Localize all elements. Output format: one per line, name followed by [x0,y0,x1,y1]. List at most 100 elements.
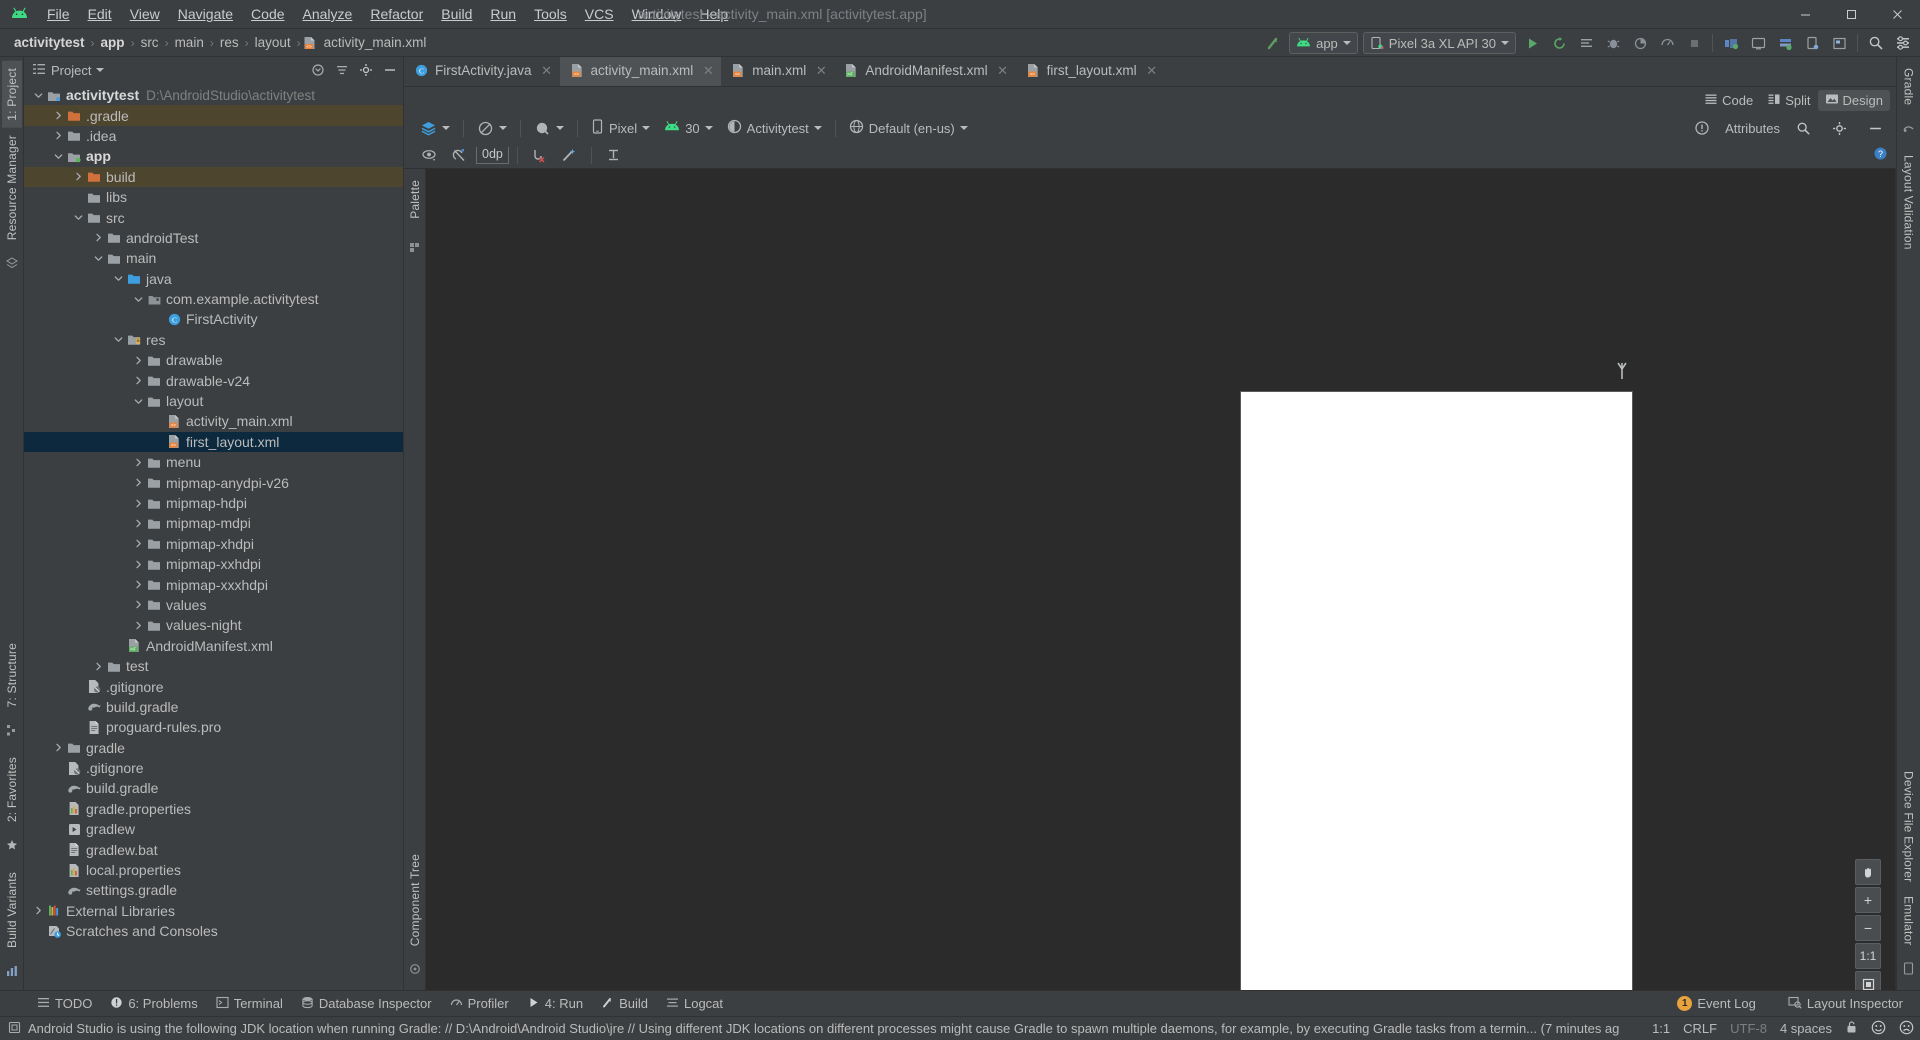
menu-item-file[interactable]: File [38,3,79,25]
make-project-icon[interactable] [1260,31,1286,55]
file-encoding[interactable]: UTF-8 [1730,1021,1767,1036]
tree-node-mipmap-xxhdpi[interactable]: mipmap-xxhdpi [24,554,403,574]
chevron-right-icon[interactable] [132,621,145,630]
view-options-button[interactable] [416,146,443,166]
chevron-down-icon[interactable] [132,397,145,406]
bottom-tool-profiler[interactable]: Profiler [441,994,518,1014]
tree-node--idea[interactable]: .idea [24,126,403,146]
tree-node-build-gradle[interactable]: build.gradle [24,778,403,798]
gear-icon[interactable] [1826,116,1852,140]
close-tab-icon[interactable]: ✕ [997,63,1009,79]
minimize-icon[interactable] [1862,116,1888,140]
chevron-down-icon[interactable] [112,274,125,283]
chevron-down-icon[interactable] [112,335,125,344]
chevron-right-icon[interactable] [52,131,65,140]
line-separator[interactable]: CRLF [1683,1021,1717,1036]
close-tab-icon[interactable]: ✕ [1146,63,1158,79]
view-mode-code[interactable]: Code [1697,90,1760,111]
sdk-manager-icon[interactable] [1772,31,1798,55]
tree-node--gitignore[interactable]: .gitignore [24,676,403,696]
chevron-down-icon[interactable] [132,295,145,304]
tree-node-proguard-rules-pro[interactable]: proguard-rules.pro [24,717,403,737]
editor-tab-first-layout-xml[interactable]: <> first_layout.xml ✕ [1016,57,1165,86]
tree-node-drawable-v24[interactable]: drawable-v24 [24,370,403,390]
hide-panel-icon[interactable] [381,61,399,79]
tree-node--gitignore[interactable]: .gitignore [24,758,403,778]
component-tree-tab[interactable]: Component Tree [405,842,425,953]
chevron-right-icon[interactable] [132,499,145,508]
menu-item-vcs[interactable]: VCS [576,3,623,25]
chevron-right-icon[interactable] [132,478,145,487]
star-icon[interactable] [6,838,18,856]
tree-node-drawable[interactable]: drawable [24,350,403,370]
bottom-tool-logcat[interactable]: Logcat [657,994,732,1014]
zoom-to-fit-button[interactable] [1855,971,1881,990]
happy-face-icon[interactable] [1871,1020,1886,1038]
chevron-right-icon[interactable] [132,458,145,467]
bottom-tool-problems[interactable]: 6: Problems [101,994,206,1014]
chevron-down-icon[interactable] [72,213,85,222]
chevron-right-icon[interactable] [52,111,65,120]
tree-node-gradlew-bat[interactable]: gradlew.bat [24,839,403,859]
design-canvas[interactable]: + − 1:1 [426,169,1896,990]
ui-mode-button[interactable] [528,117,570,139]
tree-node-app[interactable]: app [24,146,403,166]
sort-icon[interactable] [333,61,351,79]
menu-item-build[interactable]: Build [432,3,481,25]
apply-changes-icon[interactable] [1546,31,1572,55]
bottom-tool-database-inspector[interactable]: Database Inspector [292,994,441,1014]
chevron-right-icon[interactable] [132,539,145,548]
design-surface-mode-button[interactable] [414,117,456,139]
breadcrumb-item-src[interactable]: src [137,34,163,51]
chevron-down-icon[interactable] [92,254,105,263]
structure-strip-icon[interactable] [6,723,18,741]
tree-node--gradle[interactable]: .gradle [24,105,403,126]
default-margin-value[interactable]: 0dp [476,147,509,164]
unlocked-icon[interactable] [1845,1020,1858,1037]
breadcrumb-item-main[interactable]: main [171,34,208,51]
chevron-down-icon[interactable] [52,152,65,161]
chevron-right-icon[interactable] [132,376,145,385]
infer-constraints-button[interactable] [556,146,583,166]
menu-item-view[interactable]: View [121,3,169,25]
chevron-right-icon[interactable] [52,743,65,752]
bottom-tool-build[interactable]: Build [592,994,657,1014]
breadcrumb-item-app[interactable]: app [97,34,129,51]
menu-item-tools[interactable]: Tools [525,3,576,25]
api-level-button[interactable]: 30 [658,117,718,139]
close-tab-icon[interactable]: ✕ [541,63,553,79]
bottom-tool-terminal[interactable]: Terminal [207,994,292,1014]
run-with-coverage-icon[interactable] [1627,31,1653,55]
project-panel-title-group[interactable]: Project [32,62,105,79]
gear-icon[interactable] [1890,31,1916,55]
tree-node-test[interactable]: test [24,656,403,676]
view-mode-split[interactable]: Split [1760,90,1817,111]
tree-node-gradle[interactable]: gradle [24,738,403,758]
palette-strip-icon[interactable] [409,240,420,258]
sidebar-tab-build-variants[interactable]: Build Variants [2,865,22,955]
close-tab-icon[interactable]: ✕ [815,63,827,79]
apply-code-changes-icon[interactable] [1573,31,1599,55]
editor-tab-main-xml[interactable]: <> main.xml ✕ [721,57,834,86]
menu-item-run[interactable]: Run [481,3,525,25]
close-button[interactable] [1874,0,1920,29]
view-mode-design[interactable]: Design [1817,89,1890,111]
tree-node-layout[interactable]: layout [24,391,403,411]
device-manager-icon[interactable] [1799,31,1825,55]
tree-node-scratches-and-consoles[interactable]: Scratches and Consoles [24,921,403,941]
tree-node-mipmap-xhdpi[interactable]: mipmap-xhdpi [24,534,403,554]
menu-item-refactor[interactable]: Refactor [361,3,432,25]
tree-node-build-gradle[interactable]: build.gradle [24,697,403,717]
tree-node-mipmap-anydpi-v26[interactable]: mipmap-anydpi-v26 [24,472,403,492]
tree-node-main[interactable]: main [24,248,403,268]
indent-setting[interactable]: 4 spaces [1780,1021,1832,1036]
device-manager-strip-icon[interactable] [5,256,18,274]
zoom-actual-size-button[interactable]: 1:1 [1855,943,1881,969]
sidebar-tab-layout-validation[interactable]: Layout Validation [1899,148,1919,257]
minimize-button[interactable] [1782,0,1828,29]
build-variants-strip-icon[interactable] [6,964,18,982]
menu-item-navigate[interactable]: Navigate [169,3,242,25]
autoconnect-button[interactable] [446,146,473,166]
sidebar-tab-gradle[interactable]: Gradle [1899,61,1919,112]
sad-face-icon[interactable] [1899,1020,1914,1038]
